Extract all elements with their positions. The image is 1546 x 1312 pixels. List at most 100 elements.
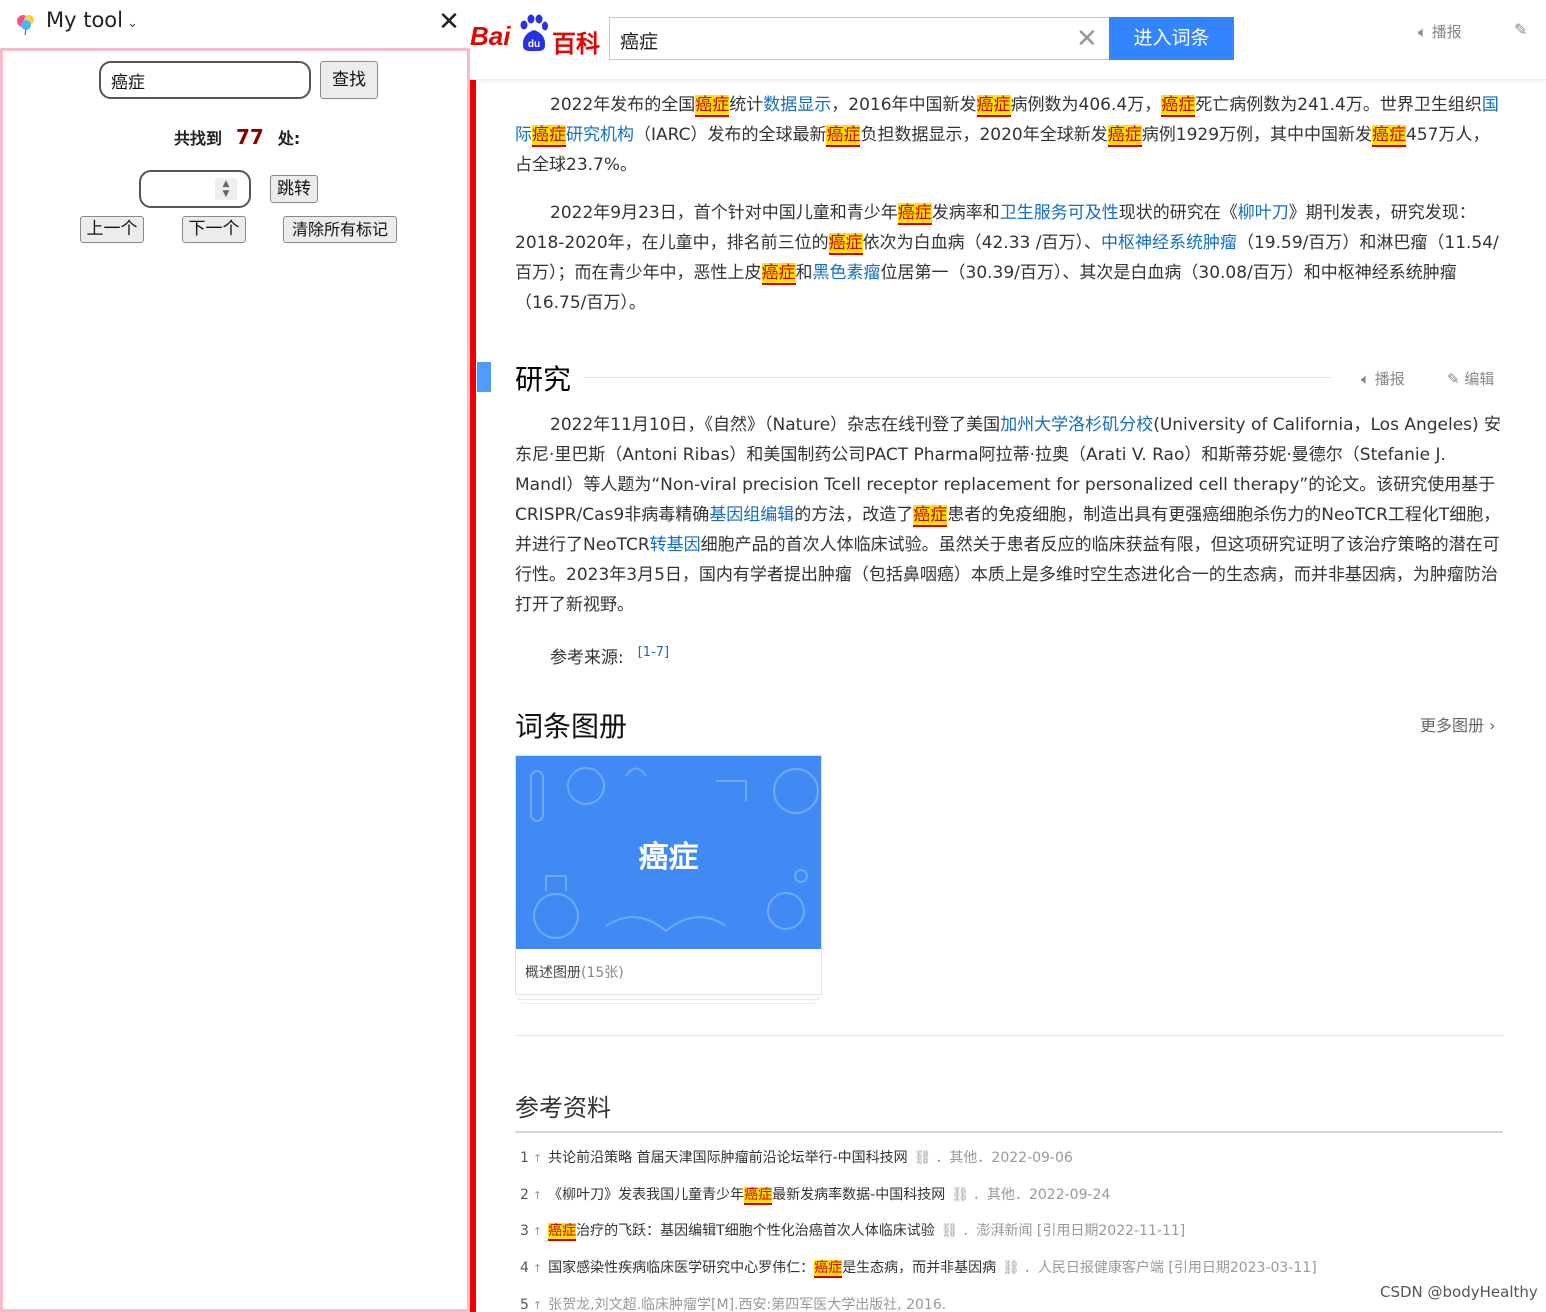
reference-source-link[interactable]: [1-7] <box>638 645 669 660</box>
link-health-access[interactable]: 卫生服务可及性 <box>1000 203 1119 223</box>
clear-keyword-icon[interactable]: ✕ <box>1076 24 1098 54</box>
reference-source: 参考来源: [1-7] <box>550 643 669 668</box>
baike-page: Bai du 百科 癌症 ✕ 进入词条 🔈︎ 播报 ✎ 2022年发布的全国癌症… <box>470 0 1546 1312</box>
pencil-icon: ✎ <box>1447 370 1460 388</box>
search-highlight: 癌症 <box>828 233 863 255</box>
keyword-input[interactable]: 癌症 ✕ <box>609 17 1109 60</box>
up-arrow-icon[interactable]: ↑ <box>533 1152 542 1165</box>
link-icon: ⛓︎ <box>940 1223 959 1239</box>
top-speak-button[interactable]: 🔈︎ 播报 <box>1418 21 1462 42</box>
extension-panel: My tool ⌄ ✕ 查找 共找到 77 处: ▲▼ 跳转 上一个 下一个 清除所有… <box>0 0 470 1312</box>
link-lancet[interactable]: 柳叶刀 <box>1238 203 1289 223</box>
section-marker <box>477 362 491 392</box>
speaker-icon: 🔈︎ <box>1361 370 1371 388</box>
reference-link[interactable]: 共论前沿策略 首届天津国际肿瘤前沿论坛举行-中国科技网 <box>548 1150 908 1166</box>
section-divider <box>583 377 1331 378</box>
close-icon[interactable]: ✕ <box>436 8 462 36</box>
search-highlight: 癌症 <box>976 95 1011 117</box>
album-title: 词条图册 <box>515 710 628 743</box>
enter-entry-button[interactable]: 进入词条 <box>1109 17 1234 60</box>
jump-number-input[interactable]: ▲ ▼ <box>139 170 251 208</box>
chevron-right-icon: › <box>1489 716 1496 735</box>
found-count: 77 <box>236 125 264 149</box>
reference-item: 3 ↑ 癌症治疗的飞跃：基因编辑T细胞个性化治癌首次人体临床试验 ⛓︎ ．澎湃新闻 [引… <box>520 1223 1186 1241</box>
search-highlight: 癌症 <box>761 263 796 285</box>
chevron-down-icon: ⌄ <box>127 16 138 31</box>
references-divider <box>515 1131 1503 1133</box>
reference-link[interactable]: 国家感染性疾病临床医学研究中心罗伟仁：癌症是生态病，而并非基因病 <box>548 1260 996 1278</box>
search-highlight: 癌症 <box>814 1260 843 1278</box>
album-stack-edge <box>518 997 819 1000</box>
paragraph-stats: 2022年发布的全国癌症统计数据显示，2016年中国新发癌症病例数为406.4万… <box>515 95 1499 175</box>
search-highlight: 癌症 <box>826 125 861 147</box>
album-card[interactable]: 癌症 概述图册(15张) <box>515 755 822 995</box>
jump-button[interactable]: 跳转 <box>270 175 318 203</box>
top-speak-label: 播报 <box>1431 23 1462 41</box>
search-highlight: 癌症 <box>532 125 566 147</box>
extension-title-text: My tool <box>46 8 123 32</box>
search-highlight: 癌症 <box>1107 125 1142 147</box>
clear-marks-button[interactable]: 清除所有标记 <box>283 216 397 243</box>
keyword-text: 癌症 <box>620 31 659 53</box>
logo-baike: 百科 <box>552 30 600 58</box>
album-cover-image: 癌症 <box>516 756 821 949</box>
spinner-arrows-icon[interactable]: ▲ ▼ <box>215 178 237 200</box>
extension-title[interactable]: My tool ⌄ <box>46 8 138 32</box>
link-genome-editing[interactable]: 基因组编辑 <box>709 505 794 525</box>
reference-text: 张贺龙,刘文超.临床肿瘤学[M].西安:第四军医大学出版社, 2016. <box>548 1297 947 1312</box>
search-input[interactable] <box>99 61 311 99</box>
search-highlight: 癌症 <box>897 203 932 225</box>
up-arrow-icon[interactable]: ↑ <box>533 1262 542 1275</box>
paw-logo-icon: du <box>520 14 548 52</box>
find-button[interactable]: 查找 <box>320 61 378 99</box>
reference-link[interactable]: 《柳叶刀》发表我国儿童青少年癌症最新发病率数据-中国科技网 <box>548 1187 945 1205</box>
section-speak-button[interactable]: 🔈︎ 播报 <box>1361 368 1405 389</box>
find-highlight-red-bar <box>470 80 476 1312</box>
up-arrow-icon[interactable]: ↑ <box>533 1189 542 1202</box>
section-edit-label: 编辑 <box>1464 370 1495 388</box>
album-caption: 概述图册(15张) <box>525 965 624 981</box>
found-count-text: 共找到 77 处: <box>174 125 300 149</box>
found-suffix: 处: <box>277 129 301 148</box>
up-arrow-icon[interactable]: ↑ <box>533 1299 542 1312</box>
link-icon: ⛓︎ <box>1002 1260 1020 1276</box>
prev-button[interactable]: 上一个 <box>80 216 144 243</box>
reference-link[interactable]: 癌症治疗的飞跃：基因编辑T细胞个性化治癌首次人体临床试验 <box>548 1223 935 1241</box>
section-title: 研究 <box>515 363 572 396</box>
search-highlight: 癌症 <box>744 1187 773 1205</box>
reference-source-label: 参考来源: <box>550 648 624 668</box>
extension-header: My tool ⌄ ✕ <box>0 0 470 48</box>
reference-item: 4 ↑ 国家感染性疾病临床医学研究中心罗伟仁：癌症是生态病，而并非基因病 ⛓︎ ．人民日… <box>520 1260 1317 1278</box>
album-count: (15张) <box>581 965 624 981</box>
content-divider <box>515 1035 1503 1036</box>
search-highlight: 癌症 <box>913 505 948 527</box>
link-data[interactable]: 数据显示 <box>763 95 831 115</box>
next-button[interactable]: 下一个 <box>182 216 246 243</box>
section-edit-button[interactable]: ✎ 编辑 <box>1447 368 1494 389</box>
extension-body: 查找 共找到 77 处: ▲▼ 跳转 上一个 下一个 清除所有标记 <box>0 48 470 1312</box>
csdn-watermark: CSDN @bodyHealthy <box>1380 1283 1538 1301</box>
link-icon: ⛓︎ <box>913 1150 932 1166</box>
section-speak-label: 播报 <box>1374 370 1405 388</box>
album-cover-title: 癌症 <box>638 840 699 875</box>
link-melanoma[interactable]: 黑色素瘤 <box>813 263 881 283</box>
search-highlight: 癌症 <box>548 1223 577 1241</box>
link-ucla[interactable]: 加州大学洛杉矶分校 <box>1000 415 1153 435</box>
logo-bai: Bai <box>470 21 511 51</box>
paragraph-research: 2022年11月10日，《自然》（Nature）杂志在线刊登了美国加州大学洛杉矶… <box>515 415 1502 615</box>
top-search-bar: Bai du 百科 癌症 ✕ 进入词条 🔈︎ 播报 ✎ <box>470 0 1546 80</box>
paragraph-lancet: 2022年9月23日，首个针对中国儿童和青少年癌症发病率和卫生服务可及性现状的研… <box>515 203 1499 313</box>
link-transgene[interactable]: 转基因 <box>650 535 701 555</box>
link-cns-tumor[interactable]: 中枢神经系统肿瘤 <box>1101 233 1237 253</box>
found-prefix: 共找到 <box>174 129 223 148</box>
more-albums-link[interactable]: 更多图册 › <box>1420 712 1496 736</box>
references-title: 参考资料 <box>515 1094 611 1122</box>
reference-item: 2 ↑ 《柳叶刀》发表我国儿童青少年癌症最新发病率数据-中国科技网 ⛓︎ ．其他．202… <box>520 1187 1111 1205</box>
reference-item: 5 ↑ 张贺龙,刘文超.临床肿瘤学[M].西安:第四军医大学出版社, 2016. <box>520 1297 947 1312</box>
pencil-icon[interactable]: ✎ <box>1514 20 1527 39</box>
album-stack-edge <box>521 1001 816 1004</box>
search-highlight: 癌症 <box>1161 95 1196 117</box>
logo-du: du <box>528 39 540 50</box>
speaker-icon: 🔈︎ <box>1418 23 1428 41</box>
up-arrow-icon[interactable]: ↑ <box>533 1225 542 1238</box>
